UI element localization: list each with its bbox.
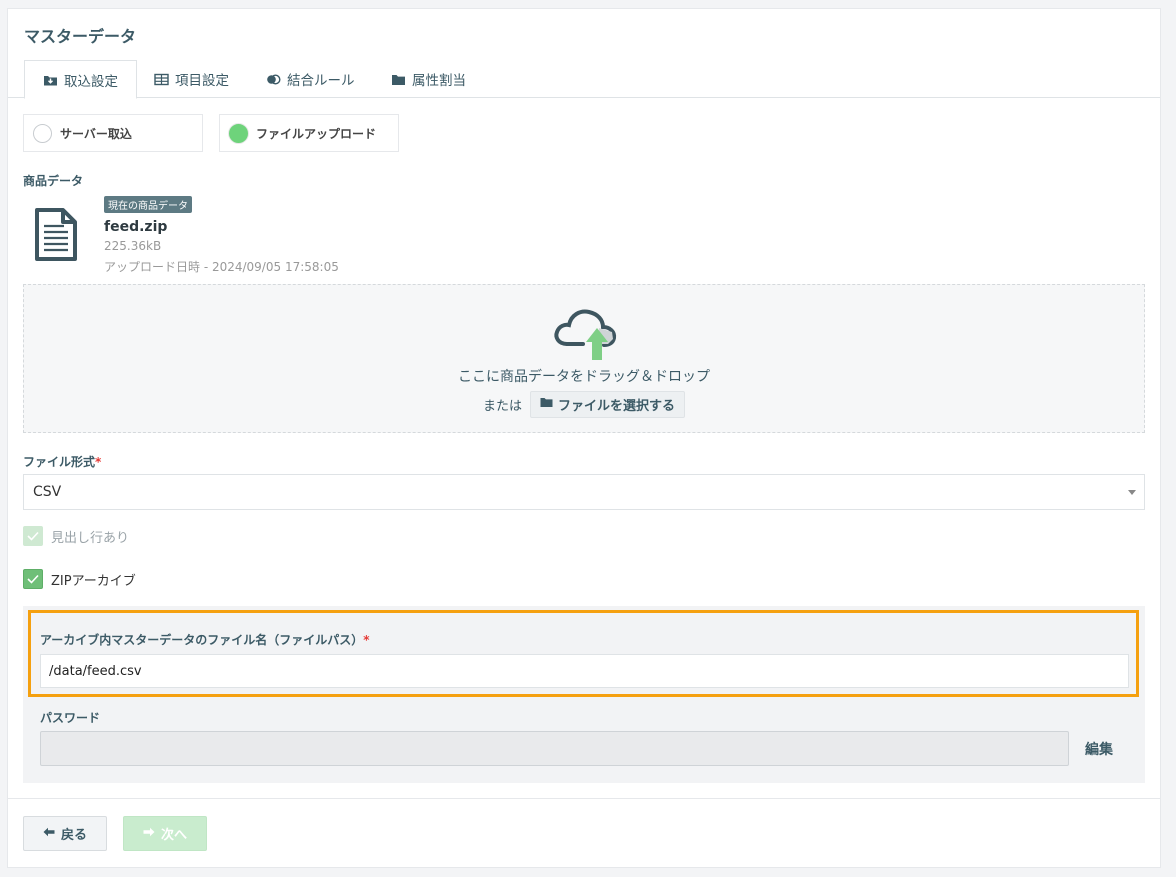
header-row-checkbox[interactable] [23, 526, 43, 546]
select-file-button[interactable]: ファイルを選択する [530, 391, 686, 418]
folder-icon [391, 73, 406, 86]
radio-label: ファイルアップロード [256, 126, 377, 141]
tab-merge-rules[interactable]: 結合ルール [248, 60, 373, 98]
back-button[interactable]: 戻る [23, 816, 107, 851]
folder-icon [540, 397, 553, 412]
header-row-checkbox-row[interactable]: 見出し行あり [23, 526, 129, 546]
archive-path-input[interactable]: /data/feed.csv [40, 654, 1129, 688]
check-icon [27, 574, 39, 584]
radio-label: サーバー取込 [60, 126, 132, 141]
import-icon [43, 73, 58, 86]
dropzone-or-row: または ファイルを選択する [24, 391, 1144, 418]
file-format-label-text: ファイル形式 [23, 455, 96, 469]
file-format-select[interactable]: CSV [23, 474, 1145, 510]
tab-import-settings[interactable]: 取込設定 [24, 60, 137, 99]
arrow-right-icon [143, 826, 155, 841]
chevron-down-icon [1128, 490, 1136, 495]
product-data-label: 商品データ [23, 174, 84, 188]
archive-path-label-text: アーカイブ内マスターデータのファイル名（ファイルパス） [40, 633, 364, 647]
header-row-label: 見出し行あり [51, 530, 130, 546]
footer-divider [8, 798, 1160, 799]
highlighted-archive-path-field: アーカイブ内マスターデータのファイル名（ファイルパス）* /data/feed.… [28, 610, 1139, 697]
zip-archive-label: ZIPアーカイブ [51, 573, 136, 589]
cloud-upload-icon [553, 306, 617, 366]
file-format-label: ファイル形式* [23, 453, 101, 470]
merge-icon [266, 73, 281, 86]
back-label: 戻る [60, 828, 87, 843]
file-name: feed.zip [104, 219, 168, 235]
file-format-value: CSV [33, 484, 62, 500]
tab-label: 取込設定 [64, 73, 118, 90]
zip-archive-checkbox[interactable] [23, 569, 43, 589]
file-dropzone[interactable]: ここに商品データをドラッグ＆ドロップ または ファイルを選択する [23, 284, 1145, 433]
archive-path-label: アーカイブ内マスターデータのファイル名（ファイルパス）* [40, 631, 370, 648]
check-icon [27, 531, 39, 541]
radio-circle[interactable] [33, 123, 52, 143]
tab-label: 属性割当 [412, 73, 466, 89]
tab-label: 結合ルール [287, 73, 355, 89]
file-size: 225.36kB [104, 239, 162, 253]
master-data-panel: マスターデータ 取込設定 項目設定 結合ルール 属性割当 サーバー取込 ファイル… [7, 8, 1161, 868]
tab-label: 項目設定 [175, 73, 229, 89]
dropzone-text: ここに商品データをドラッグ＆ドロップ [458, 369, 710, 385]
tab-attribute-mapping[interactable]: 属性割当 [373, 60, 484, 98]
password-label: パスワード [40, 711, 101, 725]
radio-file-upload[interactable]: ファイルアップロード [219, 114, 399, 152]
page-title: マスターデータ [24, 27, 137, 46]
next-button[interactable]: 次へ [123, 816, 207, 851]
table-icon [154, 73, 169, 86]
upload-datetime: アップロード日時 - 2024/09/05 17:58:05 [104, 260, 339, 274]
arrow-left-icon [43, 826, 55, 841]
password-input[interactable] [40, 731, 1069, 766]
radio-server-import[interactable]: サーバー取込 [23, 114, 203, 152]
edit-password-link[interactable]: 編集 [1085, 739, 1113, 759]
radio-circle-selected[interactable] [229, 123, 248, 143]
tab-bar: 取込設定 項目設定 結合ルール 属性割当 [8, 60, 1160, 99]
select-file-label: ファイルを選択する [558, 399, 676, 414]
or-text: または [482, 399, 522, 414]
current-data-badge: 現在の商品データ [104, 196, 192, 213]
required-mark: * [363, 633, 370, 647]
document-icon [35, 208, 77, 265]
tab-field-settings[interactable]: 項目設定 [136, 60, 247, 98]
zip-archive-checkbox-row[interactable]: ZIPアーカイブ [23, 569, 136, 589]
next-label: 次へ [160, 828, 187, 843]
required-mark: * [95, 455, 102, 469]
